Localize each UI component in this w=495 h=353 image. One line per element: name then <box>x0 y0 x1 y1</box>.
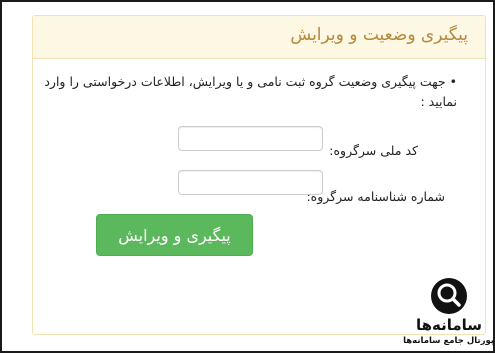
magnifier-logo-icon <box>431 278 467 314</box>
panel-header: پیگیری وضعیت و ویرایش <box>33 16 485 59</box>
bullet-icon: • <box>449 74 457 89</box>
instructions-text: •جهت پیگیری وضعیت گروه ثبت نامی و یا ویر… <box>43 72 457 112</box>
birth-certificate-input[interactable] <box>178 170 323 195</box>
screenshot-frame: پیگیری وضعیت و ویرایش •جهت پیگیری وضعیت … <box>0 0 495 353</box>
track-and-edit-button[interactable]: پیگیری و ویرایش <box>96 214 253 256</box>
national-id-label: کد ملی سرگروه: <box>329 143 418 158</box>
watermark-brand: سامانه‌ها <box>415 316 483 334</box>
panel-title: پیگیری وضعیت و ویرایش <box>290 25 468 45</box>
instructions-content: جهت پیگیری وضعیت گروه ثبت نامی و یا ویرا… <box>44 74 457 109</box>
watermark-logo: سامانه‌ها پورتال جامع سامانه‌ها <box>403 278 495 352</box>
watermark-tagline: پورتال جامع سامانه‌ها <box>403 336 494 346</box>
national-id-input[interactable] <box>178 126 323 151</box>
birth-certificate-label: شماره شناسنامه سرگروه: <box>306 189 445 204</box>
